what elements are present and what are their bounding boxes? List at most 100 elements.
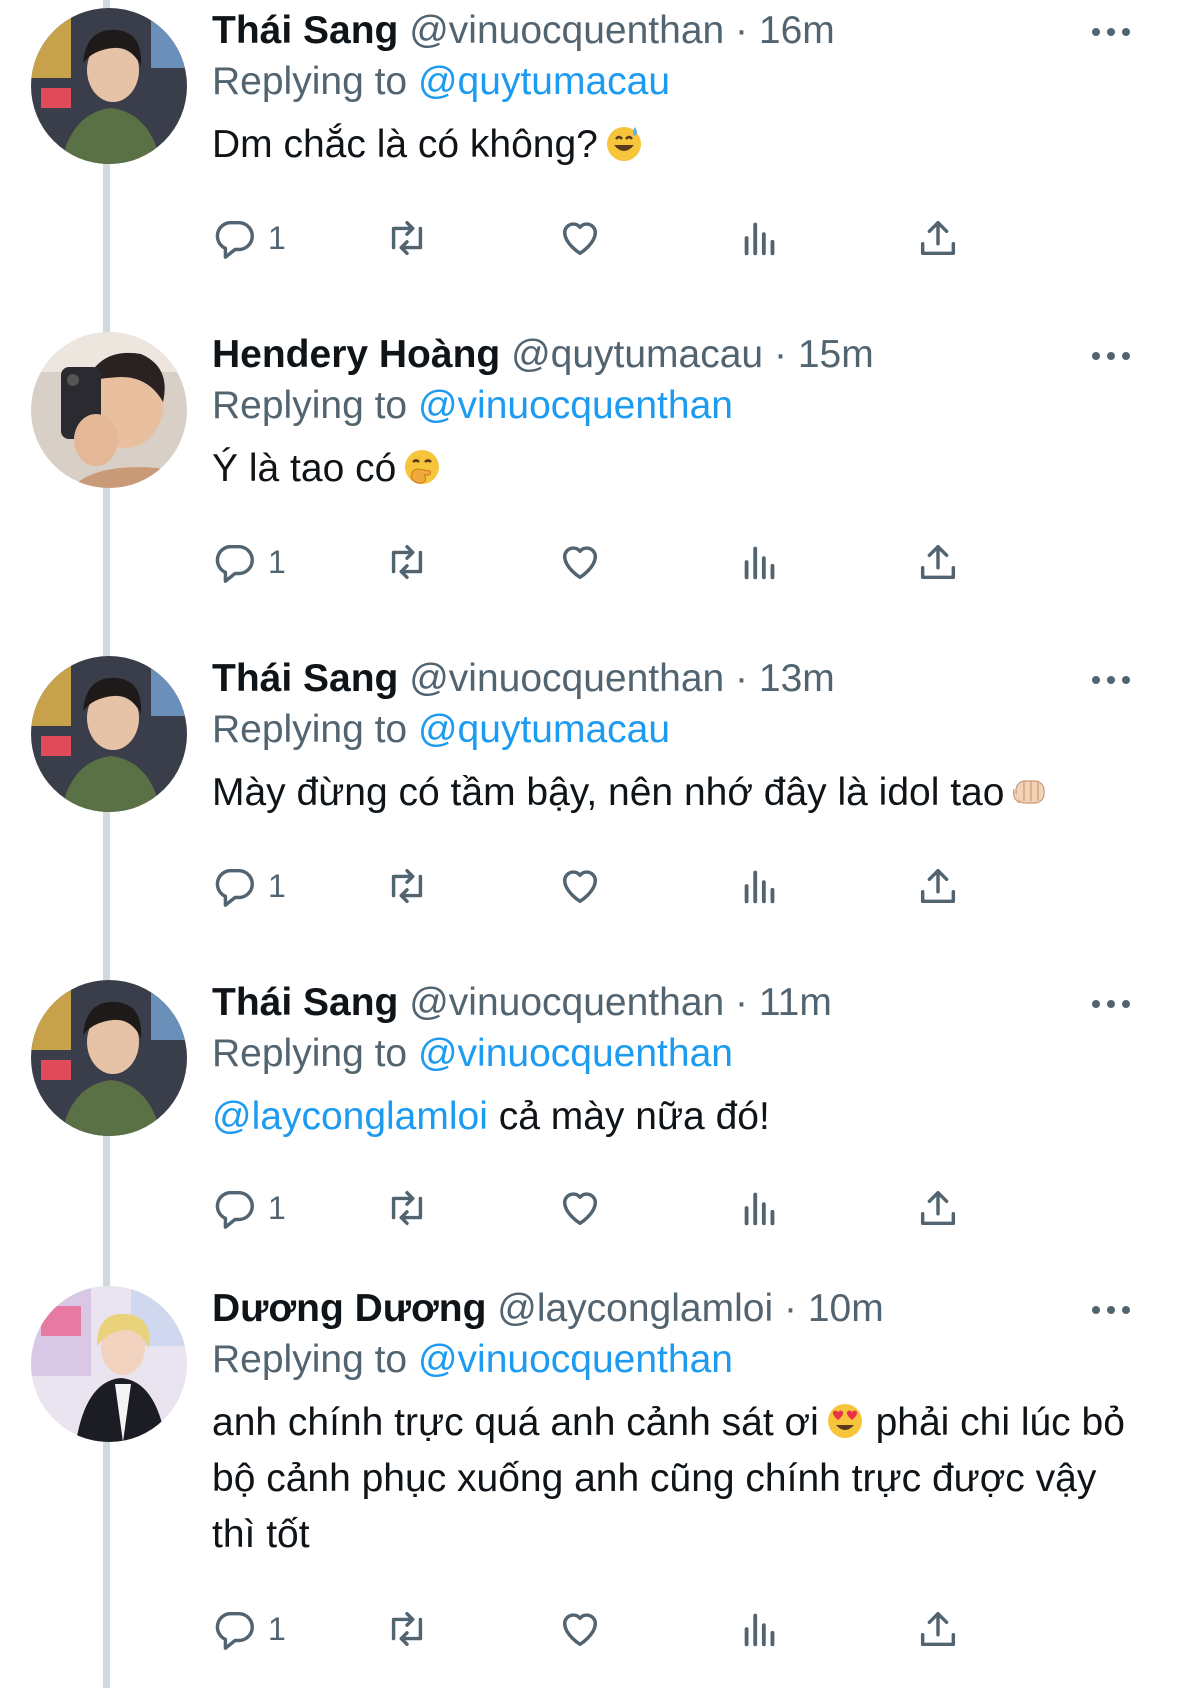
tweet-text-content: Mày đừng có tầm bậy, nên nhớ đây là idol… bbox=[212, 771, 1005, 814]
analytics-icon bbox=[744, 222, 775, 256]
retweet-button[interactable] bbox=[384, 1604, 430, 1654]
share-button[interactable] bbox=[915, 213, 961, 263]
share-icon bbox=[920, 544, 956, 580]
retweet-icon bbox=[391, 220, 423, 256]
grinning-sweat-emoji bbox=[606, 127, 641, 161]
tweet-actions: 1 bbox=[212, 861, 1052, 911]
like-button[interactable] bbox=[557, 537, 603, 587]
replying-to-handle[interactable]: @vinuocquenthan bbox=[418, 384, 733, 427]
replying-to-handle[interactable]: @quytumacau bbox=[418, 60, 670, 103]
replying-label: Replying to bbox=[212, 708, 408, 751]
retweet-button[interactable] bbox=[384, 1183, 430, 1233]
timestamp[interactable]: 15m bbox=[798, 333, 874, 376]
replying-to-handle[interactable]: @vinuocquenthan bbox=[418, 1338, 733, 1381]
tweet-text: anh chính trực quá anh cảnh sát ơi phải … bbox=[212, 1395, 1139, 1563]
reply-count: 1 bbox=[268, 219, 286, 256]
replying-to-handle[interactable]: @quytumacau bbox=[418, 708, 670, 751]
analytics-icon bbox=[744, 870, 775, 904]
retweet-icon bbox=[391, 1611, 423, 1647]
reply-icon bbox=[215, 868, 254, 907]
tweet-text: Dm chắc là có không? bbox=[212, 117, 1139, 173]
reply-icon bbox=[215, 220, 254, 259]
timestamp[interactable]: 10m bbox=[808, 1287, 884, 1330]
reply-count: 1 bbox=[268, 1189, 286, 1226]
replying-to-handle[interactable]: @vinuocquenthan bbox=[418, 1032, 733, 1075]
like-button[interactable] bbox=[557, 1183, 603, 1233]
user-handle[interactable]: @quytumacau bbox=[511, 333, 763, 376]
display-name[interactable]: Thái Sang bbox=[212, 9, 398, 52]
share-button[interactable] bbox=[915, 861, 961, 911]
reply-icon bbox=[215, 544, 254, 583]
heart-icon bbox=[562, 1613, 598, 1647]
analytics-icon bbox=[744, 1613, 775, 1647]
more-options-icon[interactable] bbox=[1083, 989, 1139, 1019]
views-button[interactable] bbox=[737, 1604, 783, 1654]
tweet-text-content: anh chính trực quá anh cảnh sát ơi bbox=[212, 1401, 819, 1444]
reply-button[interactable]: 1 bbox=[212, 1604, 286, 1654]
avatar[interactable] bbox=[31, 8, 187, 164]
mention-link[interactable]: @layconglamloi bbox=[212, 1095, 488, 1138]
share-button[interactable] bbox=[915, 537, 961, 587]
views-button[interactable] bbox=[737, 537, 783, 587]
user-handle[interactable]: @vinuocquenthan bbox=[409, 657, 724, 700]
like-button[interactable] bbox=[557, 213, 603, 263]
replying-to: Replying to @vinuocquenthan bbox=[212, 1335, 1139, 1385]
analytics-icon bbox=[744, 546, 775, 580]
more-options-icon[interactable] bbox=[1083, 17, 1139, 47]
tweet-text: Ý là tao có bbox=[212, 441, 1139, 497]
hand-over-mouth-emoji bbox=[405, 450, 440, 484]
user-handle[interactable]: @vinuocquenthan bbox=[409, 981, 724, 1024]
share-button[interactable] bbox=[915, 1183, 961, 1233]
user-handle[interactable]: @layconglamloi bbox=[497, 1287, 773, 1330]
user-handle[interactable]: @vinuocquenthan bbox=[409, 9, 724, 52]
avatar[interactable] bbox=[31, 980, 187, 1136]
retweet-icon bbox=[391, 868, 423, 904]
timestamp[interactable]: 13m bbox=[759, 657, 835, 700]
more-options-icon[interactable] bbox=[1083, 341, 1139, 371]
replying-to: Replying to @quytumacau bbox=[212, 57, 1139, 107]
replying-label: Replying to bbox=[212, 384, 408, 427]
reply-button[interactable]: 1 bbox=[212, 861, 286, 911]
tweet-header: Hendery Hoàng @quytumacau · 15m bbox=[212, 329, 1139, 381]
more-options-icon[interactable] bbox=[1083, 665, 1139, 695]
reply-button[interactable]: 1 bbox=[212, 1183, 286, 1233]
views-button[interactable] bbox=[737, 1183, 783, 1233]
display-name[interactable]: Thái Sang bbox=[212, 981, 398, 1024]
share-button[interactable] bbox=[915, 1604, 961, 1654]
replying-label: Replying to bbox=[212, 1032, 408, 1075]
views-button[interactable] bbox=[737, 213, 783, 263]
tweet-text-content: Ý là tao có bbox=[212, 447, 397, 490]
fist-bump-emoji bbox=[1013, 780, 1046, 804]
heart-icon bbox=[562, 870, 598, 904]
avatar[interactable] bbox=[31, 1286, 187, 1442]
share-icon bbox=[920, 1190, 956, 1226]
replying-label: Replying to bbox=[212, 60, 408, 103]
timestamp[interactable]: 16m bbox=[759, 9, 835, 52]
heart-eyes-emoji bbox=[827, 1404, 862, 1438]
replying-to: Replying to @quytumacau bbox=[212, 705, 1139, 755]
reply-button[interactable]: 1 bbox=[212, 213, 286, 263]
separator-dot: · bbox=[735, 657, 749, 700]
avatar[interactable] bbox=[31, 656, 187, 812]
display-name[interactable]: Hendery Hoàng bbox=[212, 333, 500, 376]
retweet-button[interactable] bbox=[384, 861, 430, 911]
more-options-icon[interactable] bbox=[1083, 1295, 1139, 1325]
display-name[interactable]: Dương Dương bbox=[212, 1287, 486, 1330]
tweet-text-content: cả mày nữa đó! bbox=[487, 1095, 770, 1138]
display-name[interactable]: Thái Sang bbox=[212, 657, 398, 700]
like-button[interactable] bbox=[557, 861, 603, 911]
tweet-actions: 1 bbox=[212, 537, 1052, 587]
reply-button[interactable]: 1 bbox=[212, 537, 286, 587]
separator-dot: · bbox=[735, 981, 749, 1024]
views-button[interactable] bbox=[737, 861, 783, 911]
like-button[interactable] bbox=[557, 1604, 603, 1654]
retweet-button[interactable] bbox=[384, 213, 430, 263]
retweet-button[interactable] bbox=[384, 537, 430, 587]
reply-icon bbox=[215, 1611, 254, 1650]
avatar[interactable] bbox=[31, 332, 187, 488]
tweet-header: Dương Dương @layconglamloi · 10m bbox=[212, 1283, 1139, 1335]
share-icon bbox=[920, 868, 956, 904]
share-icon bbox=[920, 220, 956, 256]
timestamp[interactable]: 11m bbox=[759, 981, 832, 1024]
reply-count: 1 bbox=[268, 867, 286, 904]
